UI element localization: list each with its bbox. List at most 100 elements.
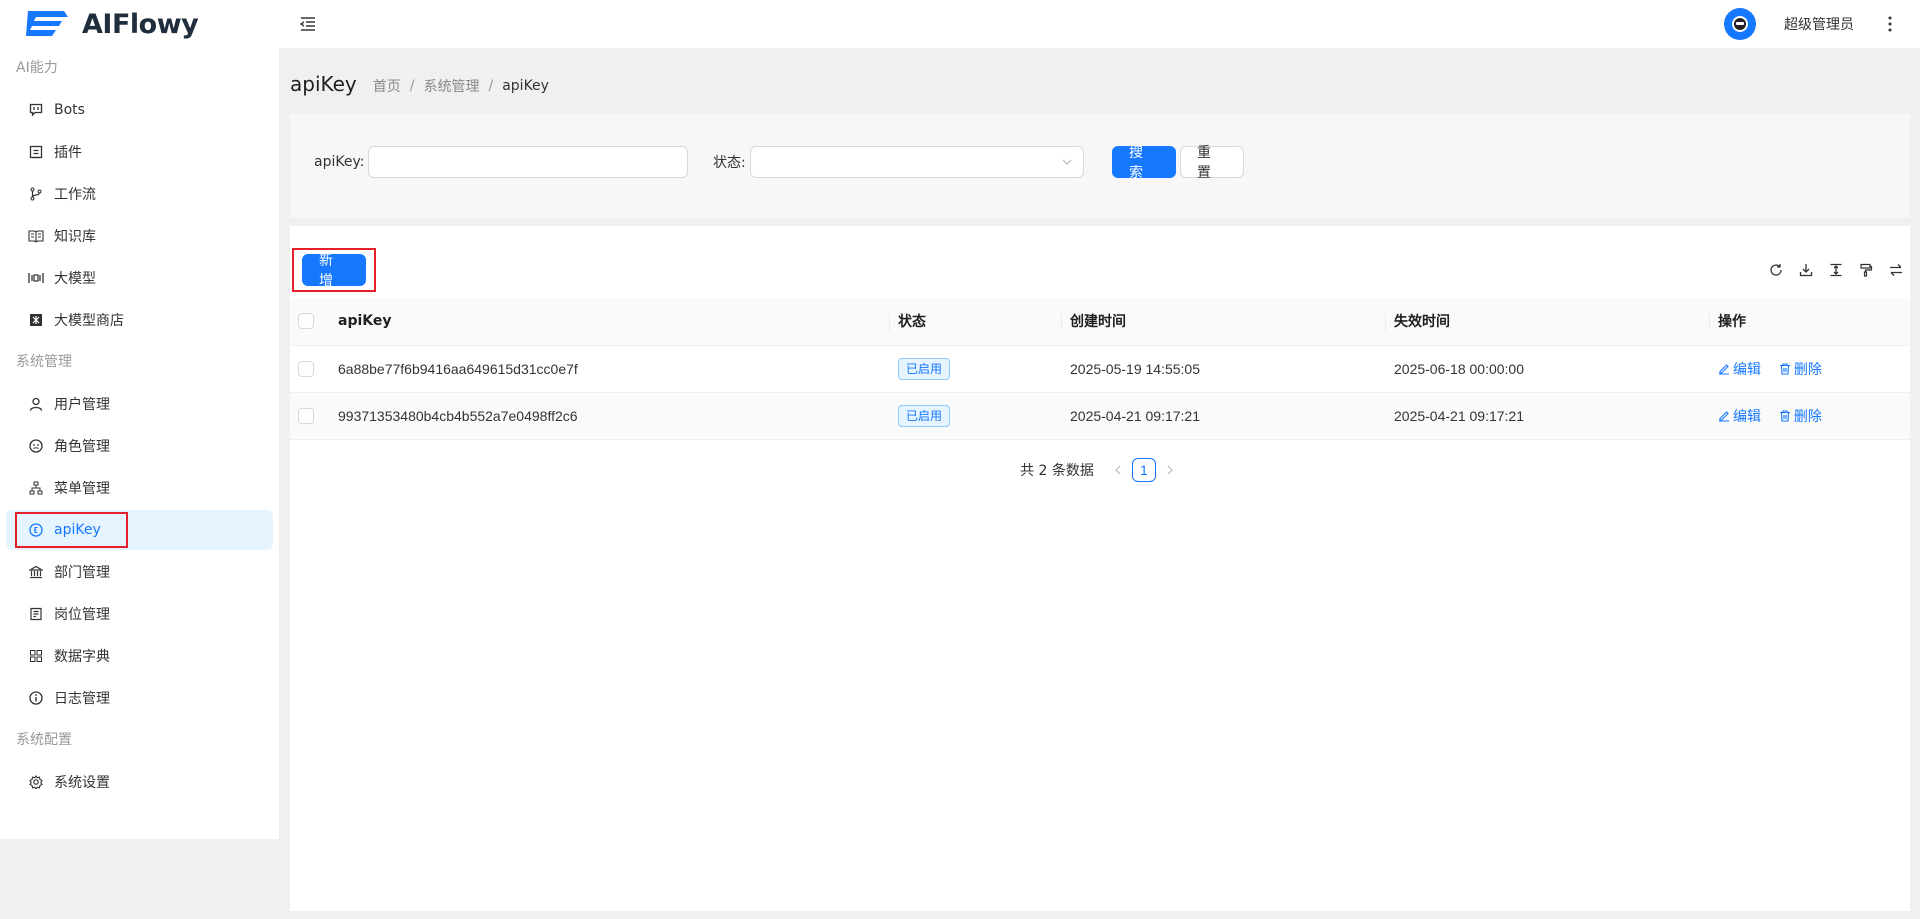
- sidebar-item-label: 工作流: [54, 187, 96, 203]
- sidebar-item-plugins[interactable]: 插件: [6, 132, 273, 172]
- add-button[interactable]: 新 增: [302, 252, 366, 288]
- menu-fold-icon[interactable]: [298, 14, 318, 34]
- plugin-icon: [28, 144, 44, 160]
- chevron-down-icon: [1062, 159, 1072, 165]
- cell-apikey: 6a88be77f6b9416aa649615d31cc0e7f: [330, 345, 890, 393]
- sidebar-item-posts[interactable]: 岗位管理: [6, 594, 273, 634]
- edit-icon: [1719, 410, 1729, 422]
- column-header-created: 创建时间: [1070, 314, 1126, 331]
- sidebar-item-dictionary[interactable]: 数据字典: [6, 636, 273, 676]
- gear-icon: [28, 774, 44, 790]
- sidebar-item-departments[interactable]: 部门管理: [6, 552, 273, 592]
- table-header-row: apiKey 状态 创建时间 失效时间 操作: [290, 298, 1910, 346]
- sidebar-item-label: 插件: [54, 145, 82, 161]
- column-header-apikey: apiKey: [338, 313, 392, 330]
- breadcrumb: 首页 / 系统管理 / apiKey: [373, 76, 549, 96]
- highlight-box: [15, 512, 128, 548]
- refresh-icon[interactable]: [1768, 262, 1784, 278]
- row-checkbox[interactable]: [298, 408, 314, 425]
- sidebar-item-logs[interactable]: 日志管理: [6, 678, 273, 718]
- page-title: apiKey: [290, 72, 357, 96]
- delete-icon: [1779, 362, 1790, 375]
- breadcrumb-home[interactable]: 首页: [373, 76, 401, 96]
- sidebar-item-label: 大模型商店: [54, 313, 124, 329]
- app-logo[interactable]: AIFlowy: [0, 9, 280, 40]
- next-page-icon[interactable]: [1160, 460, 1180, 480]
- edit-button[interactable]: 编辑: [1718, 359, 1761, 379]
- column-header-status: 状态: [898, 314, 926, 331]
- delete-label: 删除: [1793, 407, 1822, 424]
- sidebar-item-label: 数据字典: [54, 649, 110, 665]
- status-select[interactable]: [749, 146, 1084, 178]
- model-icon: [28, 270, 44, 286]
- apikey-table: apiKey 状态 创建时间 失效时间 操作 6a88be77f6b9416aa…: [290, 298, 1910, 440]
- download-icon[interactable]: [1798, 262, 1814, 278]
- pagination-total: 共 2 条数据: [1020, 463, 1094, 479]
- sidebar-item-model-store[interactable]: 大模型商店: [6, 300, 273, 340]
- highlight-box: 新 增: [292, 248, 376, 292]
- select-all-checkbox[interactable]: [298, 313, 314, 330]
- sidebar-item-label: 岗位管理: [54, 607, 110, 623]
- table-row: 6a88be77f6b9416aa649615d31cc0e7f 已启用 202…: [290, 345, 1910, 393]
- column-header-actions: 操作: [1718, 314, 1746, 331]
- sidebar: AI能力 Bots 插件 工作流 知识库 大模型 大模型商店 系统管理 用户管理…: [0, 48, 280, 839]
- status-badge: 已启用: [898, 404, 951, 427]
- avatar[interactable]: [1724, 8, 1756, 40]
- search-button[interactable]: 搜 索: [1112, 144, 1176, 180]
- cell-created: 2025-04-21 09:17:21: [1062, 392, 1386, 440]
- sidebar-item-knowledge[interactable]: 知识库: [6, 216, 273, 256]
- edit-button[interactable]: 编辑: [1718, 406, 1761, 426]
- status-badge: 已启用: [898, 357, 951, 380]
- sidebar-item-label: 菜单管理: [54, 481, 110, 497]
- sidebar-group-system: 系统管理: [16, 354, 72, 370]
- edit-label: 编辑: [1733, 360, 1761, 377]
- sidebar-item-menus[interactable]: 菜单管理: [6, 468, 273, 508]
- table-tools: [1754, 262, 1904, 278]
- sidebar-item-users[interactable]: 用户管理: [6, 384, 273, 424]
- column-height-icon[interactable]: [1828, 262, 1844, 278]
- app-name: AIFlowy: [82, 8, 199, 40]
- status-label: 状态:: [713, 155, 746, 171]
- swap-icon[interactable]: [1888, 262, 1904, 278]
- grid-icon: [28, 648, 44, 664]
- delete-button[interactable]: 删除: [1779, 406, 1822, 426]
- workflow-icon: [28, 186, 44, 202]
- info-icon: [28, 690, 44, 706]
- sidebar-group-config: 系统配置: [16, 732, 72, 748]
- edit-label: 编辑: [1733, 407, 1761, 424]
- sidebar-item-label: 大模型: [54, 271, 96, 287]
- user-name[interactable]: 超级管理员: [1784, 14, 1854, 34]
- sidebar-item-bots[interactable]: Bots: [6, 90, 273, 130]
- delete-button[interactable]: 删除: [1779, 359, 1822, 379]
- apikey-search-input[interactable]: [368, 146, 689, 178]
- pagination: 共 2 条数据 1: [290, 458, 1910, 482]
- edit-icon: [1719, 363, 1729, 375]
- column-header-expires: 失效时间: [1394, 314, 1450, 331]
- logo-icon: [26, 11, 68, 36]
- sidebar-item-label: 部门管理: [54, 565, 110, 581]
- sidebar-item-roles[interactable]: 角色管理: [6, 426, 273, 466]
- store-icon: [28, 312, 44, 328]
- reset-button[interactable]: 重 置: [1180, 144, 1244, 180]
- top-header: AIFlowy 超级管理员: [0, 0, 1920, 48]
- row-checkbox[interactable]: [298, 361, 314, 378]
- page-number[interactable]: 1: [1131, 458, 1156, 482]
- more-vertical-icon[interactable]: [1882, 14, 1898, 34]
- breadcrumb-system[interactable]: 系统管理: [424, 76, 480, 96]
- role-icon: [28, 438, 44, 454]
- format-painter-icon[interactable]: [1858, 262, 1874, 278]
- sidebar-group-ai: AI能力: [16, 60, 58, 76]
- breadcrumb-separator: /: [488, 78, 494, 94]
- prev-page-icon[interactable]: [1108, 460, 1128, 480]
- user-icon: [28, 396, 44, 412]
- sidebar-item-models[interactable]: 大模型: [6, 258, 273, 298]
- search-panel: apiKey: 状态: 搜 索 重 置: [290, 114, 1910, 218]
- apikey-label: apiKey:: [314, 154, 365, 170]
- delete-label: 删除: [1793, 360, 1822, 377]
- sidebar-item-workflow[interactable]: 工作流: [6, 174, 273, 214]
- table-row: 99371353480b4cb4b552a7e0498ff2c6 已启用 202…: [290, 392, 1910, 440]
- sidebar-item-apikey[interactable]: apiKey: [6, 510, 273, 550]
- sidebar-item-settings[interactable]: 系统设置: [6, 762, 273, 802]
- breadcrumb-separator: /: [409, 78, 415, 94]
- table-panel: 新 增 apiKey 状态 创建时间 失效时间 操作 6a88be77f6b94…: [290, 226, 1910, 911]
